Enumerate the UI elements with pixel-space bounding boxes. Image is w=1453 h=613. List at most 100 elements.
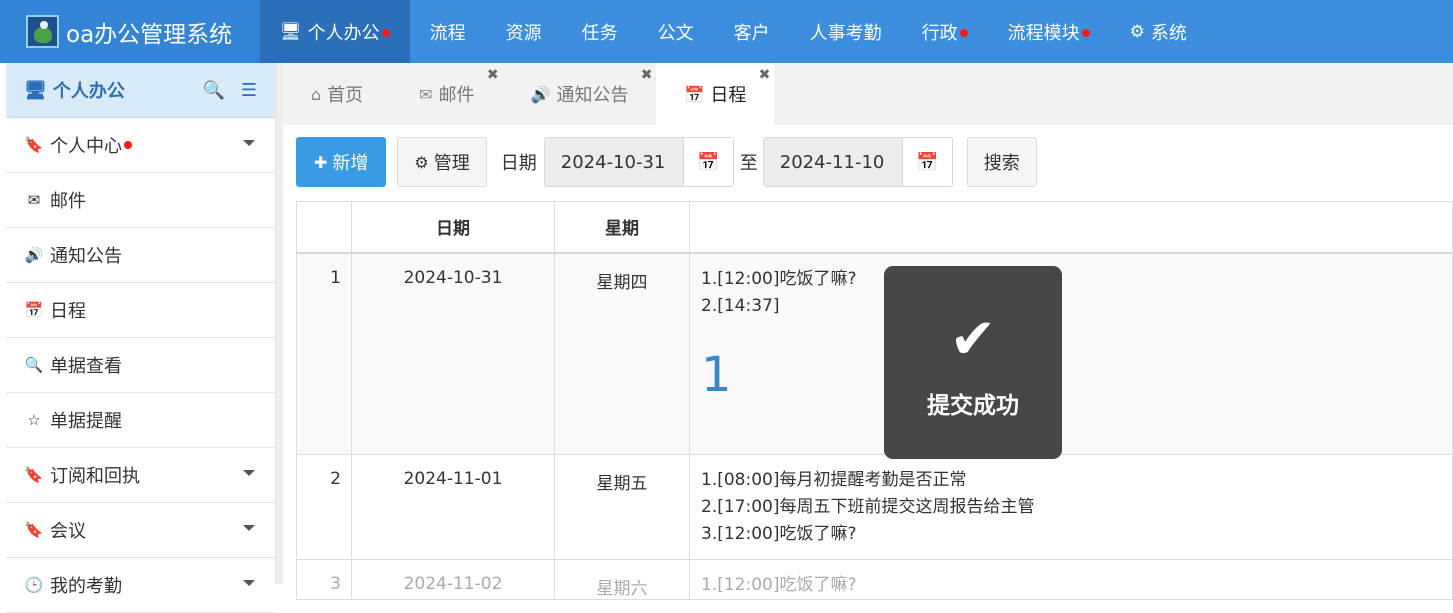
- nav-documents[interactable]: 公文: [638, 0, 714, 63]
- menu-icon[interactable]: ☰: [241, 80, 257, 101]
- sidebar-header: 🖥 个人办公 🔍 ☰: [6, 63, 275, 118]
- bookmark-icon: 🔖: [24, 466, 44, 484]
- calendar-icon[interactable]: 📅: [682, 138, 733, 186]
- close-icon[interactable]: ✖: [759, 67, 771, 83]
- schedule-item[interactable]: 1.[12:00]吃饭了嘛?: [701, 572, 1452, 599]
- success-toast: ✔ 提交成功: [884, 266, 1062, 459]
- row-date: 2024-11-02: [351, 559, 555, 600]
- col-header-weekday: 星期: [554, 201, 690, 254]
- clock-icon: 🕒: [24, 576, 44, 594]
- envelope-icon: ✉: [419, 84, 433, 104]
- bookmark-icon: 🔖: [24, 521, 44, 539]
- speaker-icon: 🔊: [530, 84, 551, 104]
- schedule-table: 日期 星期 1 2024-10-31 星期四 1.[12:00]吃饭了嘛? 2.…: [296, 201, 1453, 600]
- schedule-item[interactable]: 3.[12:00]吃饭了嘛?: [701, 521, 1452, 548]
- row-index: 3: [296, 559, 352, 600]
- notification-dot: [124, 141, 132, 149]
- chevron-down-icon: [243, 140, 255, 146]
- nav-process[interactable]: 流程: [410, 0, 486, 63]
- nav-customers[interactable]: 客户: [714, 0, 790, 63]
- nav-resources[interactable]: 资源: [486, 0, 562, 63]
- col-header-index: [296, 201, 352, 254]
- app-title: oa办公管理系统: [66, 21, 233, 48]
- schedule-count: 1: [701, 346, 732, 403]
- manage-button[interactable]: ⚙ 管理: [397, 137, 487, 187]
- tab-mail[interactable]: ✉ 邮件 ✖: [391, 63, 502, 125]
- search-icon[interactable]: 🔍: [202, 80, 224, 101]
- sidebar-item-my-attendance[interactable]: 🕒 我的考勤: [6, 558, 275, 613]
- start-date-input[interactable]: [544, 138, 683, 186]
- calendar-icon: 📅: [24, 301, 44, 319]
- schedule-item[interactable]: 2.[14:37]: [701, 293, 1452, 320]
- row-date: 2024-11-01: [351, 454, 555, 560]
- nav-hr-attendance[interactable]: 人事考勤: [790, 0, 902, 63]
- table-row[interactable]: 3 2024-11-02 星期六 1.[12:00]吃饭了嘛?: [296, 559, 1453, 600]
- row-weekday: 星期四: [554, 252, 690, 455]
- monitor-icon: 🖥: [24, 79, 47, 101]
- chevron-down-icon: [243, 470, 255, 476]
- tab-schedule[interactable]: 📅 日程 ✖: [656, 63, 775, 125]
- search-button[interactable]: 搜索: [966, 137, 1037, 187]
- notification-dot: [1081, 28, 1090, 37]
- sidebar-item-document-view[interactable]: 🔍 单据查看: [6, 338, 275, 393]
- sidebar-item-notices[interactable]: 🔊 通知公告: [6, 228, 275, 283]
- row-weekday: 星期五: [554, 454, 690, 560]
- schedule-item[interactable]: 1.[12:00]吃饭了嘛?: [701, 266, 1452, 293]
- add-button[interactable]: ✚ 新增: [296, 137, 387, 187]
- start-date-field: 📅: [543, 137, 734, 187]
- sidebar-item-schedule[interactable]: 📅 日程: [6, 283, 275, 338]
- nav-process-modules[interactable]: 流程模块: [988, 0, 1110, 63]
- logo-icon: [26, 15, 59, 48]
- home-icon: ⌂: [311, 84, 322, 104]
- sidebar-item-subscriptions[interactable]: 🔖 订阅和回执: [6, 448, 275, 503]
- nav-personal-office[interactable]: 🖥 个人办公: [260, 0, 410, 63]
- sidebar-resize-handle[interactable]: [276, 63, 283, 584]
- close-icon[interactable]: ✖: [641, 67, 653, 83]
- search-icon: 🔍: [24, 356, 44, 374]
- date-label: 日期: [500, 153, 537, 174]
- calendar-icon: 📅: [684, 84, 705, 104]
- end-date-input[interactable]: [763, 138, 902, 186]
- row-content: 1.[12:00]吃饭了嘛?: [689, 559, 1453, 600]
- toolbar: ✚ 新增 ⚙ 管理 日期 📅 至 📅 搜索: [296, 137, 1037, 187]
- row-content: 1.[12:00]吃饭了嘛? 2.[14:37] 1: [689, 252, 1453, 455]
- tab-home[interactable]: ⌂ 首页: [283, 63, 391, 125]
- top-navbar: oa办公管理系统 🖥 个人办公 流程 资源 任务 公文 客户 人事考勤 行政 流…: [0, 0, 1453, 63]
- top-menu: 🖥 个人办公 流程 资源 任务 公文 客户 人事考勤 行政 流程模块 ⚙ 系统: [260, 0, 1207, 63]
- bookmark-icon: 🔖: [24, 136, 44, 154]
- sidebar-item-personal-center[interactable]: 🔖 个人中心: [6, 118, 275, 173]
- nav-administration[interactable]: 行政: [902, 0, 988, 63]
- table-row[interactable]: 1 2024-10-31 星期四 1.[12:00]吃饭了嘛? 2.[14:37…: [296, 252, 1453, 455]
- sidebar: 🖥 个人办公 🔍 ☰ 🔖 个人中心 ✉ 邮件 🔊 通知公告 📅 日程 🔍 单据查…: [6, 63, 276, 613]
- row-index: 2: [296, 454, 352, 560]
- brand[interactable]: oa办公管理系统: [0, 0, 260, 63]
- schedule-item[interactable]: 1.[08:00]每月初提醒考勤是否正常: [701, 467, 1452, 494]
- row-weekday: 星期六: [554, 559, 690, 600]
- calendar-icon[interactable]: 📅: [901, 138, 952, 186]
- nav-system[interactable]: ⚙ 系统: [1110, 0, 1207, 63]
- nav-tasks[interactable]: 任务: [562, 0, 638, 63]
- close-icon[interactable]: ✖: [487, 67, 499, 83]
- col-header-date: 日期: [351, 201, 555, 254]
- table-row[interactable]: 2 2024-11-01 星期五 1.[08:00]每月初提醒考勤是否正常 2.…: [296, 454, 1453, 560]
- speaker-icon: 🔊: [24, 246, 44, 264]
- row-index: 1: [296, 252, 352, 455]
- tab-notices[interactable]: 🔊 通知公告 ✖: [503, 63, 657, 125]
- envelope-icon: ✉: [27, 191, 41, 209]
- to-label: 至: [739, 153, 758, 174]
- schedule-item[interactable]: 2.[17:00]每周五下班前提交这周报告给主管: [701, 494, 1452, 521]
- gear-icon: ⚙: [414, 152, 429, 172]
- star-icon: ☆: [27, 411, 41, 429]
- gear-icon: ⚙: [1129, 21, 1145, 42]
- chevron-down-icon: [243, 525, 255, 531]
- notification-dot: [381, 28, 390, 37]
- sidebar-item-mail[interactable]: ✉ 邮件: [6, 173, 275, 228]
- monitor-icon: 🖥: [280, 21, 302, 42]
- tab-bar: ⌂ 首页 ✉ 邮件 ✖ 🔊 通知公告 ✖ 📅 日程 ✖: [283, 63, 1453, 125]
- sidebar-item-meetings[interactable]: 🔖 会议: [6, 503, 275, 558]
- chevron-down-icon: [243, 580, 255, 586]
- sidebar-item-document-reminder[interactable]: ☆ 单据提醒: [6, 393, 275, 448]
- checkmark-icon: ✔: [949, 307, 997, 372]
- table-header-row: 日期 星期: [296, 201, 1453, 254]
- row-date: 2024-10-31: [351, 252, 555, 455]
